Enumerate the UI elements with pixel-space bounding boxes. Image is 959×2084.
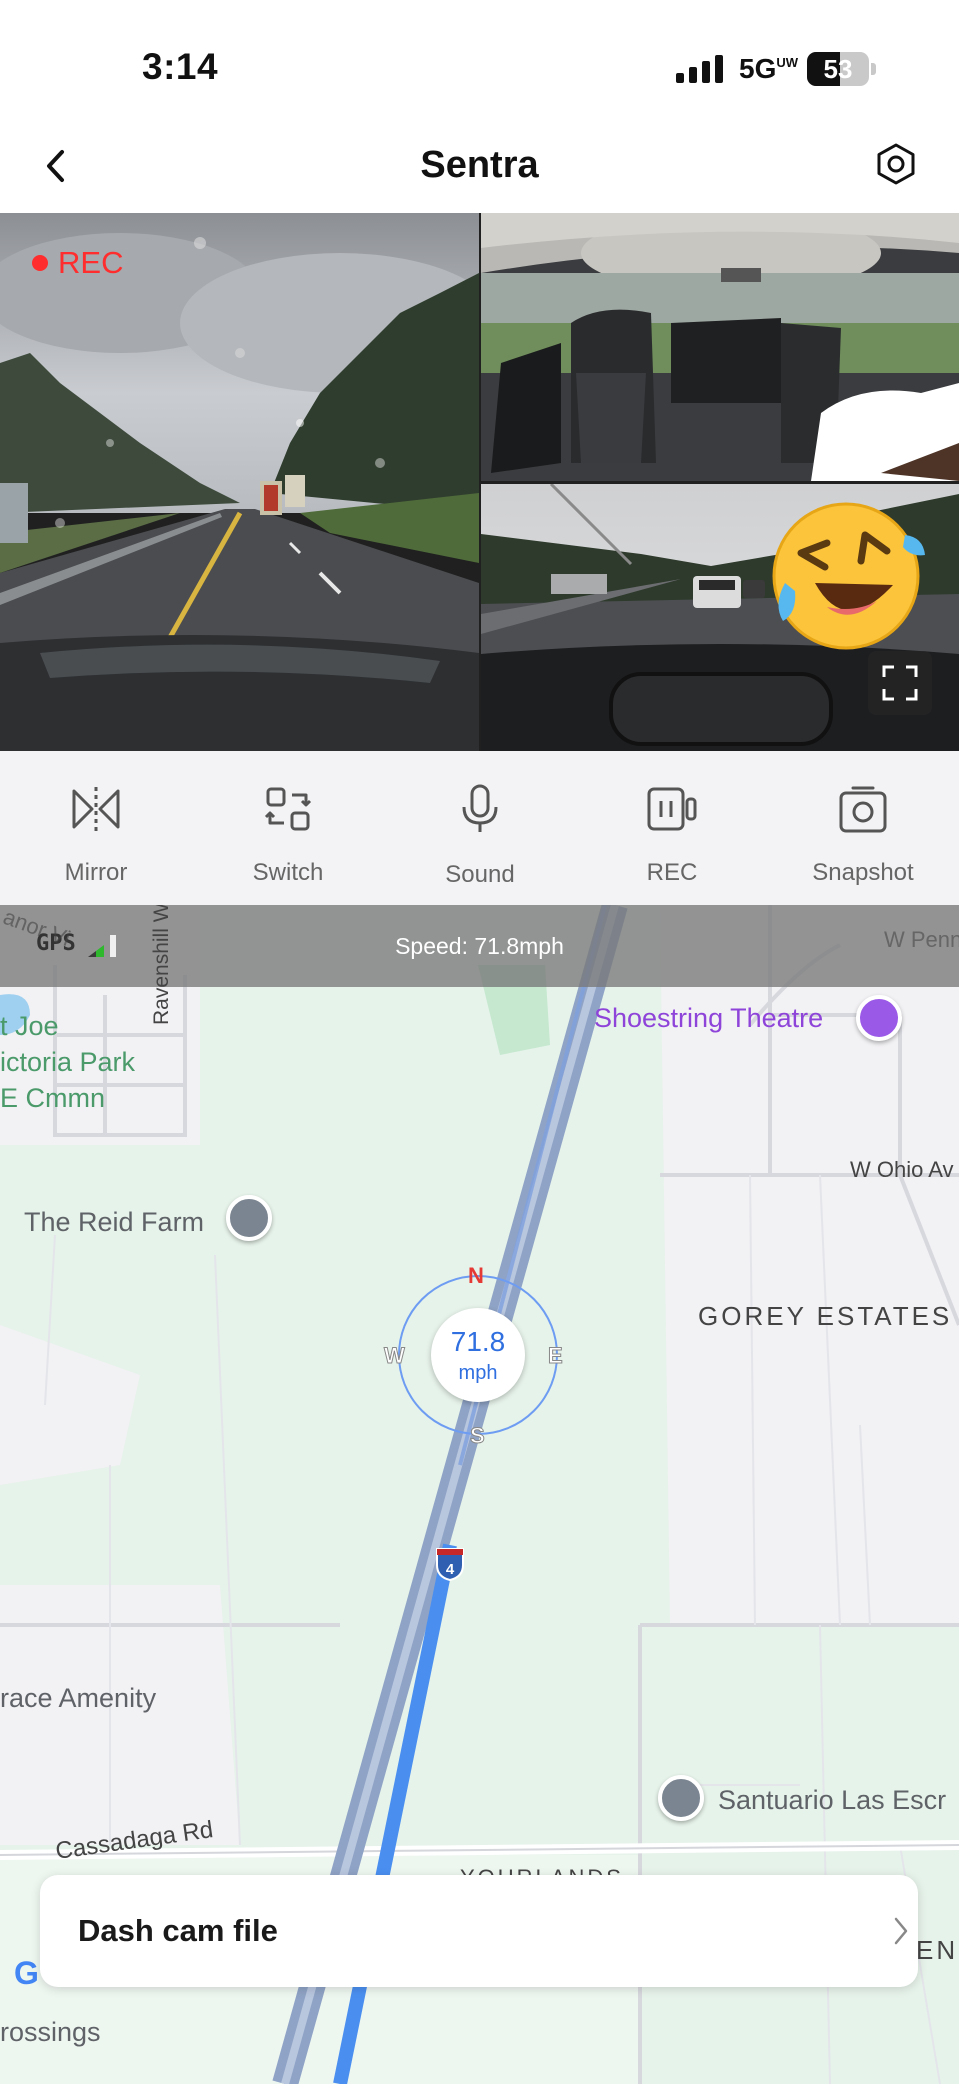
battery-percent: 53 — [823, 54, 853, 84]
rec-button[interactable]: REC — [576, 751, 768, 905]
compass-west: W — [384, 1343, 406, 1369]
speed-compass: 71.8 mph N E S W — [384, 1263, 564, 1449]
sound-button[interactable]: Sound — [384, 751, 576, 905]
camera-toolbar: Mirror Switch Sound REC Snapshot — [0, 751, 959, 905]
status-time: 3:14 — [142, 46, 219, 87]
laughing-emoji-icon — [772, 502, 925, 650]
speed-bubble: 71.8 mph — [431, 1308, 525, 1402]
status-bar: 3:14 5GUW 53 — [0, 0, 959, 120]
camera-feeds: REC — [0, 213, 959, 751]
compass-north: N — [468, 1263, 484, 1288]
gps-status-bar: GPS Speed: 71.8mph — [0, 905, 959, 987]
compass-speed-value: 71.8 — [450, 1326, 506, 1357]
nav-bar: Sentra — [0, 120, 959, 213]
map-label-cmmn: E Cmmn — [0, 1083, 106, 1113]
dash-cam-file-label: Dash cam file — [78, 1913, 278, 1948]
map-label-w-penn: W Penn — [884, 927, 959, 952]
rec-label: REC — [646, 859, 698, 886]
map-label-reid-farm[interactable]: The Reid Farm — [24, 1207, 204, 1238]
network-type-label: 5G — [739, 53, 777, 84]
video-record-icon — [647, 787, 697, 831]
interstate-number: 4 — [446, 1561, 455, 1578]
map-label-w-ohio: W Ohio Av — [850, 1157, 954, 1182]
switch-camera-icon — [264, 787, 312, 831]
speed-readout: Speed: 71.8mph — [395, 933, 564, 959]
mirror-button[interactable]: Mirror — [0, 751, 192, 905]
mirror-icon — [72, 787, 120, 831]
front-camera-feed[interactable]: REC — [0, 213, 479, 751]
map-label-santuario[interactable]: Santuario Las Escr — [718, 1785, 946, 1816]
battery-icon: 53 — [807, 52, 877, 86]
sound-label: Sound — [445, 861, 515, 888]
compass-speed-unit: mph — [458, 1362, 498, 1384]
map-label-crossings: rossings — [0, 2017, 101, 2047]
camera-snapshot-icon — [839, 786, 887, 833]
map-label-victoria: ictoria Park — [0, 1047, 136, 1077]
location-pin-icon[interactable] — [226, 1195, 272, 1241]
google-logo: G — [14, 1955, 39, 1991]
church-pin-icon[interactable] — [658, 1775, 704, 1821]
fullscreen-icon — [882, 665, 918, 701]
map-label-shoestring[interactable]: Shoestring Theatre — [594, 1003, 823, 1034]
chevron-right-icon — [894, 1917, 908, 1945]
map-label-joe: t Joe — [0, 1011, 59, 1041]
map-label-ens: ENS — [916, 1935, 959, 1965]
switch-label: Switch — [252, 859, 324, 886]
rec-indicator: REC — [32, 245, 123, 281]
dash-cam-file-card[interactable]: Dash cam file — [40, 1875, 918, 1987]
network-type: 5GUW — [739, 53, 799, 85]
rec-dot-icon — [32, 255, 48, 271]
network-type-suffix: UW — [776, 55, 799, 70]
theatre-pin-icon[interactable] — [856, 995, 902, 1041]
map-label-gorey-estates: GOREY ESTATES — [698, 1301, 953, 1331]
compass-east: E — [548, 1343, 564, 1369]
cabin-camera-feed[interactable] — [481, 213, 959, 481]
cellular-signal-icon — [676, 55, 723, 83]
snapshot-label: Snapshot — [812, 859, 914, 886]
hexagon-gear-icon[interactable] — [874, 142, 918, 186]
snapshot-button[interactable]: Snapshot — [767, 751, 959, 905]
fullscreen-button[interactable] — [868, 651, 932, 715]
switch-button[interactable]: Switch — [192, 751, 384, 905]
map-label-amenity: race Amenity — [0, 1683, 157, 1713]
map-label-ravenshill: Ravenshill Way — [150, 905, 173, 1025]
page-title: Sentra — [420, 144, 539, 186]
microphone-icon — [462, 784, 498, 832]
compass-south: S — [470, 1423, 486, 1449]
rec-indicator-label: REC — [58, 245, 124, 280]
mirror-label: Mirror — [64, 859, 128, 886]
interstate-shield-icon: 4 — [436, 1548, 464, 1581]
